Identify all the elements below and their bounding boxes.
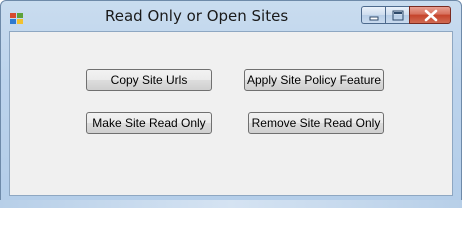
close-icon [424, 9, 438, 22]
app-window: Read Only or Open Sites Copy Site Urls A… [0, 0, 462, 208]
form-client-area: Copy Site Urls Apply Site Policy Feature… [9, 31, 453, 196]
maximize-button[interactable] [385, 6, 409, 24]
remove-site-read-only-button[interactable]: Remove Site Read Only [248, 112, 384, 134]
minimize-icon [369, 16, 379, 21]
windows-forms-app-icon[interactable] [10, 10, 24, 24]
taskbar-edge [0, 200, 462, 208]
maximize-icon [392, 10, 404, 21]
title-bar[interactable]: Read Only or Open Sites [1, 1, 461, 31]
copy-site-urls-button[interactable]: Copy Site Urls [86, 69, 212, 91]
caption-buttons [361, 6, 451, 26]
close-button[interactable] [409, 6, 451, 24]
window-title: Read Only or Open Sites [105, 7, 289, 25]
minimize-button[interactable] [361, 6, 385, 24]
apply-site-policy-feature-button[interactable]: Apply Site Policy Feature [244, 69, 384, 91]
make-site-read-only-button[interactable]: Make Site Read Only [86, 112, 212, 134]
